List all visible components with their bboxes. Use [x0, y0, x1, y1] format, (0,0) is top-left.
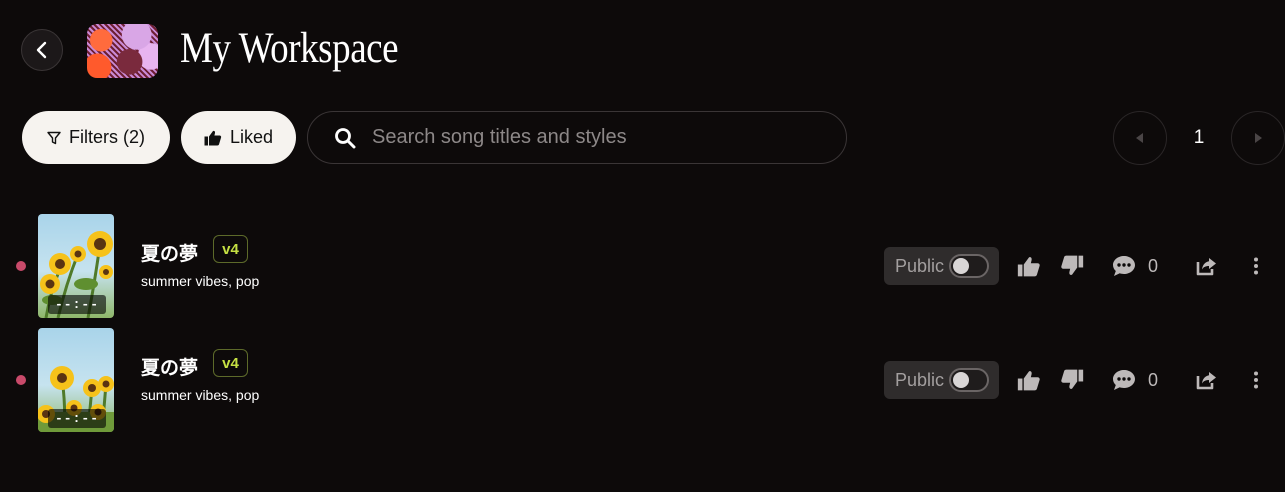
workspace-cover-image [87, 24, 158, 78]
comment-icon [1113, 256, 1135, 276]
duration-label: --:-- [48, 409, 106, 428]
duration-label: --:-- [48, 295, 106, 314]
back-button[interactable] [21, 29, 63, 71]
search-icon [335, 127, 356, 148]
comment-button[interactable] [1111, 367, 1137, 393]
share-button[interactable] [1194, 367, 1220, 393]
chevron-left-icon [36, 41, 47, 59]
like-button[interactable] [1016, 253, 1042, 279]
share-button[interactable] [1194, 253, 1220, 279]
page-title: My Workspace [180, 25, 399, 72]
public-toggle[interactable]: Public [884, 247, 999, 285]
thumbs-up-icon [1017, 370, 1040, 390]
next-page-button[interactable] [1231, 111, 1285, 165]
thumbs-down-icon [1061, 255, 1084, 275]
thumbs-up-icon [1017, 256, 1040, 276]
more-options-button[interactable] [1243, 367, 1269, 393]
song-cover-image[interactable]: --:-- [38, 328, 114, 432]
current-page-number: 1 [1193, 127, 1205, 148]
thumbs-up-icon [204, 130, 222, 145]
comment-count: 0 [1148, 370, 1159, 390]
version-badge: v4 [213, 235, 248, 263]
version-badge: v4 [213, 349, 248, 377]
more-vertical-icon [1254, 257, 1258, 275]
share-icon [1196, 258, 1216, 276]
triangle-left-icon [1136, 133, 1143, 143]
like-button[interactable] [1016, 367, 1042, 393]
song-tags[interactable]: summer vibes, pop [141, 387, 259, 403]
more-vertical-icon [1254, 371, 1258, 389]
comment-icon [1113, 370, 1135, 390]
public-label: Public [895, 369, 945, 390]
previous-page-button[interactable] [1113, 111, 1167, 165]
public-toggle[interactable]: Public [884, 361, 999, 399]
song-title[interactable]: 夏の夢 [141, 353, 198, 380]
toggle-switch[interactable] [949, 254, 990, 278]
dislike-button[interactable] [1059, 366, 1085, 392]
filters-label: Filters (2) [69, 127, 145, 147]
more-options-button[interactable] [1243, 253, 1269, 279]
filter-icon [47, 131, 61, 144]
comment-count: 0 [1148, 256, 1159, 276]
unread-dot [16, 261, 26, 271]
search-bar[interactable] [307, 111, 847, 164]
dislike-button[interactable] [1059, 252, 1085, 278]
search-input[interactable] [370, 125, 814, 150]
triangle-right-icon [1255, 133, 1262, 143]
liked-label: Liked [229, 127, 274, 147]
comment-button[interactable] [1111, 253, 1137, 279]
liked-button[interactable]: Liked [181, 111, 296, 164]
song-tags[interactable]: summer vibes, pop [141, 273, 259, 289]
thumbs-down-icon [1061, 369, 1084, 389]
toggle-switch[interactable] [949, 368, 990, 392]
public-label: Public [895, 255, 945, 276]
filters-button[interactable]: Filters (2) [22, 111, 170, 164]
unread-dot [16, 375, 26, 385]
song-title[interactable]: 夏の夢 [141, 239, 198, 266]
song-cover-image[interactable]: --:-- [38, 214, 114, 318]
share-icon [1196, 372, 1216, 390]
